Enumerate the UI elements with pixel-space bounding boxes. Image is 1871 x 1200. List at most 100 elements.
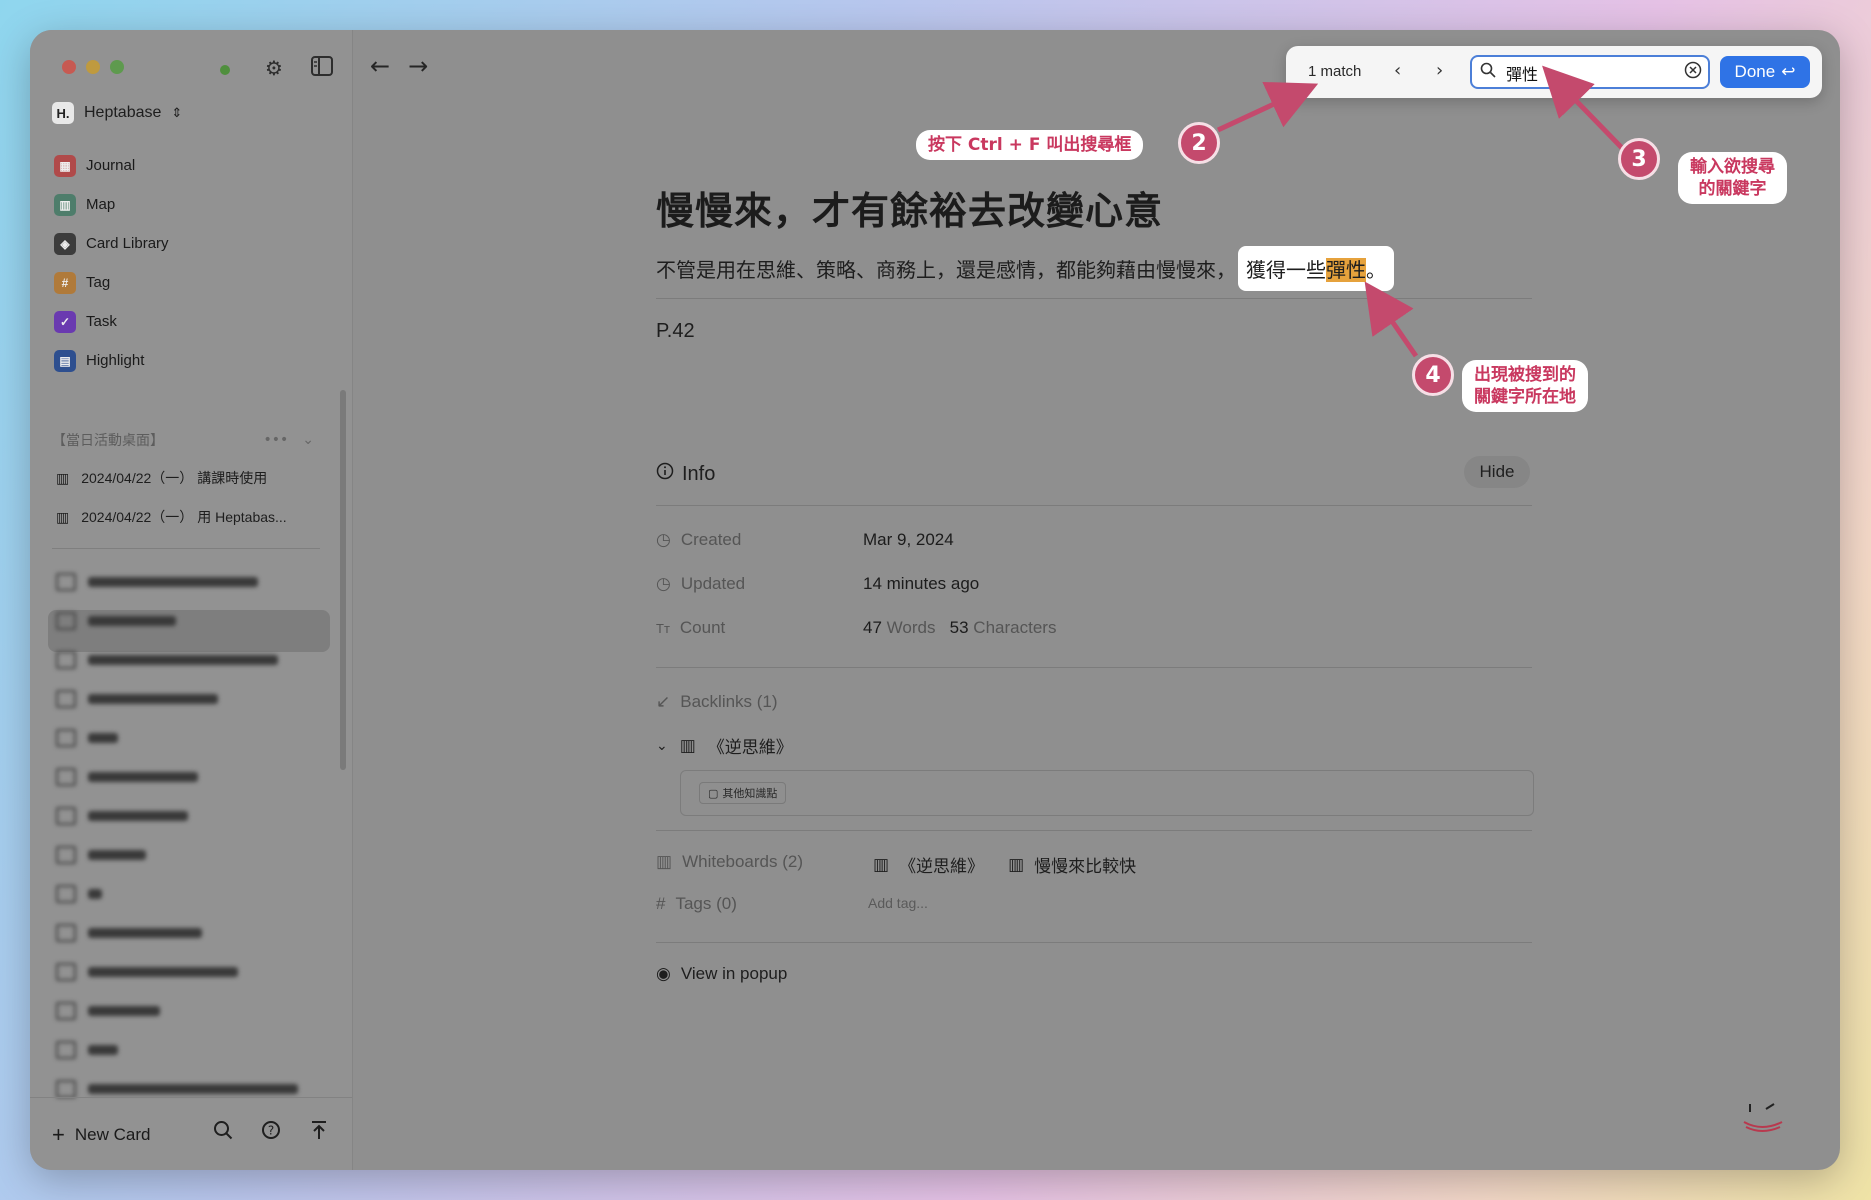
workspace-switcher[interactable]: H. Heptabase ⇕ — [52, 102, 182, 124]
app-window: ⚙ H. Heptabase ⇕ ▦ Journal ▥ Map ◈ Card … — [30, 30, 1840, 1170]
recent-card-item[interactable] — [56, 645, 278, 675]
recent-card-item[interactable] — [56, 879, 102, 909]
highlight-icon: ▤ — [54, 349, 76, 372]
recent-card-item[interactable] — [56, 723, 118, 753]
paragraph-text: 。 — [1366, 258, 1386, 282]
whiteboard-link[interactable]: ▥ 慢慢來比較快 — [1008, 852, 1136, 878]
clear-search-icon[interactable] — [1684, 61, 1702, 84]
settings-gear-icon[interactable]: ⚙ — [262, 56, 286, 80]
more-options-icon[interactable]: ••• — [263, 432, 288, 448]
forward-arrow-icon[interactable]: → — [408, 52, 428, 80]
sidebar-item-tag[interactable]: # Tag — [52, 263, 332, 302]
page-reference[interactable]: P.42 — [656, 320, 695, 343]
mascot-face-icon[interactable] — [1740, 1100, 1786, 1142]
info-heading: Info — [656, 462, 715, 486]
recent-card-item[interactable] — [56, 606, 176, 636]
annotation-line: 關鍵字所在地 — [1474, 387, 1576, 407]
recent-card-item[interactable] — [56, 567, 258, 597]
card-title[interactable]: 慢慢來，才有餘裕去改變心意 — [656, 180, 1163, 235]
property-label: Count — [679, 618, 726, 637]
annotation-step2-badge: 2 — [1178, 122, 1220, 164]
whiteboards-property: ▥ Whiteboards (2) — [656, 852, 803, 872]
info-divider — [656, 505, 1532, 506]
card-library-icon: ◈ — [54, 232, 76, 255]
whiteboard-icon: ▥ — [56, 469, 70, 486]
text-size-icon: Tт — [656, 620, 670, 636]
close-window-button[interactable] — [62, 60, 76, 74]
sidebar-item-journal[interactable]: ▦ Journal — [52, 146, 332, 185]
whiteboard-icon: ▥ — [1008, 854, 1025, 875]
new-card-label: New Card — [74, 1125, 151, 1144]
whiteboard-icon: ▥ — [656, 852, 673, 871]
backlink-preview[interactable]: ▢ 其他知識點 — [680, 770, 1534, 816]
search-match-highlight: 彈性 — [1326, 258, 1366, 282]
sidebar-item-label: Tag — [86, 274, 111, 291]
add-tag-input[interactable]: Add tag... — [868, 895, 928, 911]
back-arrow-icon[interactable]: ← — [370, 52, 390, 80]
chevron-down-icon[interactable]: ⌄ — [302, 432, 314, 448]
next-match-icon[interactable]: › — [1436, 60, 1443, 81]
sidebar-nav: ▦ Journal ▥ Map ◈ Card Library # Tag ✓ T… — [52, 146, 332, 380]
new-card-button[interactable]: + New Card — [52, 1122, 150, 1148]
help-icon[interactable]: ? — [258, 1120, 284, 1146]
paragraph-divider — [656, 298, 1532, 299]
match-count: 1 match — [1308, 63, 1362, 80]
card-paragraph[interactable]: 不管是用在思維、策略、商務上，還是感情，都能夠藉由慢慢來， 獲得一些彈性。 — [656, 246, 1394, 291]
property-label: Backlinks (1) — [680, 692, 778, 711]
hide-info-button[interactable]: Hide — [1464, 456, 1530, 488]
recent-card-item[interactable] — [56, 918, 202, 948]
whiteboard-item[interactable]: ▥ 2024/04/22（一） 講課時使用 — [56, 468, 267, 488]
whiteboard-icon: ▥ — [679, 735, 696, 756]
recent-card-item[interactable] — [56, 762, 198, 792]
info-divider — [656, 667, 1532, 668]
toggle-sidebar-icon[interactable] — [310, 56, 334, 80]
chevron-down-icon[interactable]: ⌄ — [656, 738, 668, 754]
whiteboard-item[interactable]: ▥ 2024/04/22（一） 用 Heptabas... — [56, 507, 287, 527]
recent-card-item[interactable] — [56, 840, 146, 870]
recent-card-item[interactable] — [56, 684, 218, 714]
sidebar-item-highlight[interactable]: ▤ Highlight — [52, 341, 332, 380]
backlink-title: 《逆思維》 — [707, 738, 793, 758]
done-label: Done — [1734, 62, 1776, 81]
previous-match-icon[interactable]: ‹ — [1394, 60, 1401, 81]
done-button[interactable]: Done ↩ — [1720, 56, 1810, 88]
history-navigation: ← → — [370, 52, 428, 80]
recent-card-item[interactable] — [56, 801, 188, 831]
hash-icon: # — [656, 894, 666, 913]
upload-icon[interactable] — [306, 1120, 332, 1146]
annotation-step3-badge: 3 — [1618, 138, 1660, 180]
recent-card-item[interactable] — [56, 1035, 118, 1065]
recent-card-item[interactable] — [56, 957, 238, 987]
find-input-box[interactable] — [1470, 55, 1710, 89]
recent-card-item[interactable] — [56, 996, 160, 1026]
created-property: ◷ Created — [656, 530, 741, 550]
sidebar-item-card-library[interactable]: ◈ Card Library — [52, 224, 332, 263]
info-icon — [656, 462, 674, 486]
search-icon — [1480, 62, 1496, 82]
info-title: Info — [682, 462, 716, 485]
sidebar-item-task[interactable]: ✓ Task — [52, 302, 332, 341]
svg-text:?: ? — [268, 1124, 274, 1138]
view-in-popup-button[interactable]: ◉ View in popup — [656, 964, 787, 984]
find-input[interactable] — [1504, 61, 1678, 85]
whiteboard-section-header[interactable]: 【當日活動桌面】 ••• ⌄ — [52, 430, 342, 450]
annotation-step2-label: 按下 Ctrl + F 叫出搜尋框 — [916, 130, 1144, 160]
sidebar-item-map[interactable]: ▥ Map — [52, 185, 332, 224]
whiteboard-link[interactable]: ▥ 《逆思維》 — [873, 852, 984, 878]
workspace-name: Heptabase — [84, 104, 162, 121]
sidebar-item-label: Task — [86, 313, 117, 330]
minimize-window-button[interactable] — [86, 60, 100, 74]
sidebar-scrollbar[interactable] — [340, 390, 346, 770]
tags-property: # Tags (0) — [656, 894, 737, 914]
backlink-item[interactable]: ⌄ ▥ 《逆思維》 — [656, 733, 793, 759]
journal-icon: ▦ — [54, 154, 76, 177]
backlink-arrow-icon: ↙ — [656, 692, 671, 711]
whiteboard-title: 2024/04/22（一） 用 Heptabas... — [81, 509, 287, 525]
find-bar: 1 match ‹ › Done ↩ — [1286, 46, 1822, 98]
annotation-step4-badge: 4 — [1412, 354, 1454, 396]
count-value: 47 Words 53 Characters — [863, 618, 1056, 638]
eye-icon: ◉ — [656, 964, 671, 983]
search-icon[interactable] — [210, 1120, 236, 1146]
zoom-window-button[interactable] — [110, 60, 124, 74]
mention-chip[interactable]: ▢ 其他知識點 — [699, 782, 787, 804]
